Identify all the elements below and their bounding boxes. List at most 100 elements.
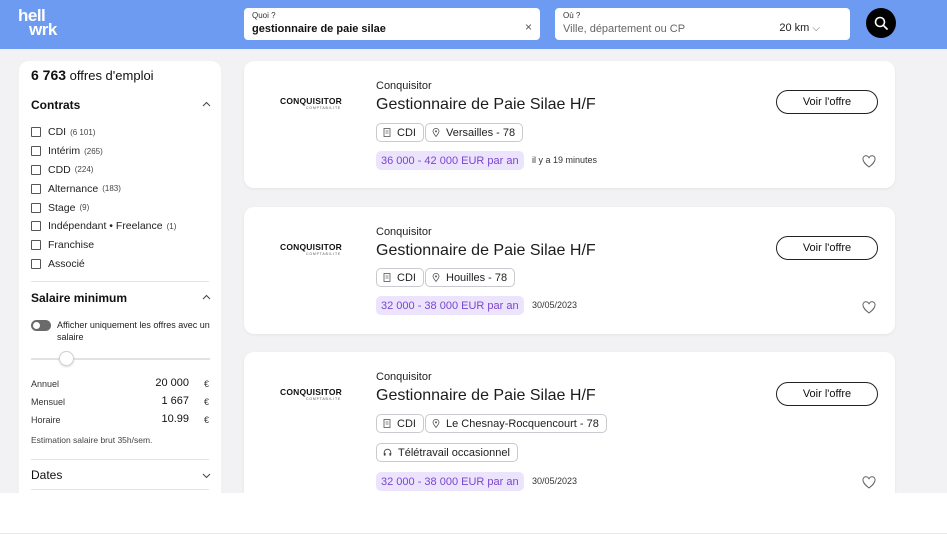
search-where-box[interactable]: Où ? Ville, département ou CP 20 km ⌵ xyxy=(555,8,850,40)
job-card[interactable]: CONQUISITOR COMPTABILITE Conquisitor Ges… xyxy=(244,352,895,493)
location-tag: Versailles - 78 xyxy=(425,123,524,142)
contract-tag: CDI xyxy=(376,268,424,287)
filter-contract-franchise[interactable]: Franchise xyxy=(31,236,211,255)
filter-count: (6 101) xyxy=(70,127,96,137)
dates-section-title[interactable]: Dates xyxy=(31,468,62,482)
company-name: Conquisitor xyxy=(376,226,432,238)
hellowork-logo[interactable]: hell wrk xyxy=(18,7,57,39)
job-title[interactable]: Gestionnaire de Paie Silae H/F xyxy=(376,242,596,260)
company-logo: CONQUISITOR COMPTABILITE xyxy=(280,387,344,405)
view-offer-button[interactable]: Voir l'offre xyxy=(776,236,878,260)
contracts-section-title[interactable]: Contrats xyxy=(31,98,80,112)
filter-contract-alternance[interactable]: Alternance (183) xyxy=(31,179,211,198)
checkbox[interactable] xyxy=(31,221,41,232)
results-count-number: 6 763 xyxy=(31,67,67,83)
filter-label: Alternance xyxy=(48,182,99,195)
divider xyxy=(31,459,209,460)
location-pin-icon xyxy=(432,273,440,282)
filter-label: Associé xyxy=(48,257,85,270)
view-offer-button[interactable]: Voir l'offre xyxy=(776,382,878,406)
clear-icon[interactable]: × xyxy=(525,21,532,33)
radius-select[interactable]: 20 km ⌵ xyxy=(779,22,820,34)
job-card[interactable]: CONQUISITOR COMPTABILITE Conquisitor Ges… xyxy=(244,207,895,334)
salary-badge: 32 000 - 38 000 EUR par an xyxy=(376,472,524,491)
salary-label: Annuel xyxy=(31,379,60,389)
checkbox[interactable] xyxy=(31,202,41,213)
job-title[interactable]: Gestionnaire de Paie Silae H/F xyxy=(376,387,596,405)
company-name: Conquisitor xyxy=(376,80,432,92)
divider xyxy=(31,281,209,282)
contract-tag-label: CDI xyxy=(397,271,416,284)
company-logo-subtext: COMPTABILITE xyxy=(306,252,342,256)
location-tag-label: Versailles - 78 xyxy=(446,126,516,139)
filter-count: (1) xyxy=(166,221,177,231)
salary-only-toggle[interactable] xyxy=(31,320,51,331)
remote-tag: Télétravail occasionnel xyxy=(376,443,518,462)
search-what-box[interactable]: Quoi ? × xyxy=(244,8,540,40)
filter-label: Intérim xyxy=(48,145,81,158)
salary-slider-handle[interactable] xyxy=(59,351,75,366)
bottom-divider xyxy=(0,533,947,534)
location-pin-icon xyxy=(432,419,440,428)
toggle-knob xyxy=(33,322,40,329)
salary-label: Horaire xyxy=(31,415,61,425)
salary-value: 1 667 xyxy=(161,395,189,407)
salary-badge: 32 000 - 38 000 EUR par an xyxy=(376,296,524,315)
search-what-input[interactable] xyxy=(252,23,512,35)
location-pin-icon xyxy=(432,128,440,137)
location-tag: Le Chesnay-Rocquencourt - 78 xyxy=(425,414,607,433)
filter-contract-cdi[interactable]: CDI (6 101) xyxy=(31,123,211,142)
company-logo-text: CONQUISITOR xyxy=(280,242,343,252)
company-logo: CONQUISITOR COMPTABILITE xyxy=(280,242,344,260)
posted-date: il y a 19 minutes xyxy=(532,155,598,165)
salary-section-title[interactable]: Salaire minimum xyxy=(31,291,127,305)
checkbox[interactable] xyxy=(31,258,41,269)
filter-contract-interim[interactable]: Intérim (265) xyxy=(31,142,211,161)
chevron-up-icon[interactable] xyxy=(202,100,211,109)
chevron-up-icon[interactable] xyxy=(202,293,211,302)
document-icon xyxy=(383,128,391,137)
filter-contract-associe[interactable]: Associé xyxy=(31,255,211,274)
filter-count: (9) xyxy=(79,203,90,213)
salary-row-hourly: Horaire 10.99 € xyxy=(31,413,211,427)
search-button[interactable] xyxy=(866,8,896,38)
headset-icon xyxy=(383,448,392,456)
filter-label: Indépendant • Freelance xyxy=(48,220,163,233)
filter-contract-cdd[interactable]: CDD (224) xyxy=(31,161,211,180)
salary-currency: € xyxy=(203,415,209,425)
job-card[interactable]: CONQUISITOR COMPTABILITE Conquisitor Ges… xyxy=(244,61,895,188)
salary-slider-track[interactable] xyxy=(31,358,210,360)
divider xyxy=(31,489,209,490)
document-icon xyxy=(383,273,391,282)
location-tag: Houilles - 78 xyxy=(425,268,516,287)
filter-label: CDD xyxy=(48,163,71,176)
company-name: Conquisitor xyxy=(376,371,432,383)
logo-line-2: wrk xyxy=(29,20,57,39)
page: hell wrk Quoi ? × Où ? Ville, départemen… xyxy=(0,0,947,493)
job-title[interactable]: Gestionnaire de Paie Silae H/F xyxy=(376,96,596,114)
checkbox[interactable] xyxy=(31,240,41,251)
company-logo-subtext: COMPTABILITE xyxy=(306,106,342,110)
filter-count: (224) xyxy=(74,165,94,175)
checkbox[interactable] xyxy=(31,164,41,175)
document-icon xyxy=(383,419,391,428)
chevron-down-icon[interactable] xyxy=(202,471,211,480)
heart-icon[interactable] xyxy=(862,155,876,168)
filter-contract-freelance[interactable]: Indépendant • Freelance (1) xyxy=(31,217,211,236)
salary-badge: 36 000 - 42 000 EUR par an xyxy=(376,151,524,170)
view-offer-button[interactable]: Voir l'offre xyxy=(776,90,878,114)
results-count: 6 763 offres d'emploi xyxy=(31,67,154,83)
search-where-label: Où ? xyxy=(563,11,581,20)
filter-contract-stage[interactable]: Stage (9) xyxy=(31,198,211,217)
contracts-filter-list: CDI (6 101) Intérim (265) CDD (224) Alterna… xyxy=(31,123,211,273)
salary-currency: € xyxy=(203,397,209,407)
remote-tag-label: Télétravail occasionnel xyxy=(398,446,510,459)
heart-icon[interactable] xyxy=(862,301,876,314)
checkbox[interactable] xyxy=(31,146,41,157)
checkbox[interactable] xyxy=(31,183,41,194)
location-tag-label: Houilles - 78 xyxy=(446,271,508,284)
checkbox[interactable] xyxy=(31,127,41,138)
heart-icon[interactable] xyxy=(862,476,876,489)
company-logo-text: CONQUISITOR xyxy=(280,387,343,397)
search-where-input[interactable]: Ville, département ou CP xyxy=(563,23,685,35)
